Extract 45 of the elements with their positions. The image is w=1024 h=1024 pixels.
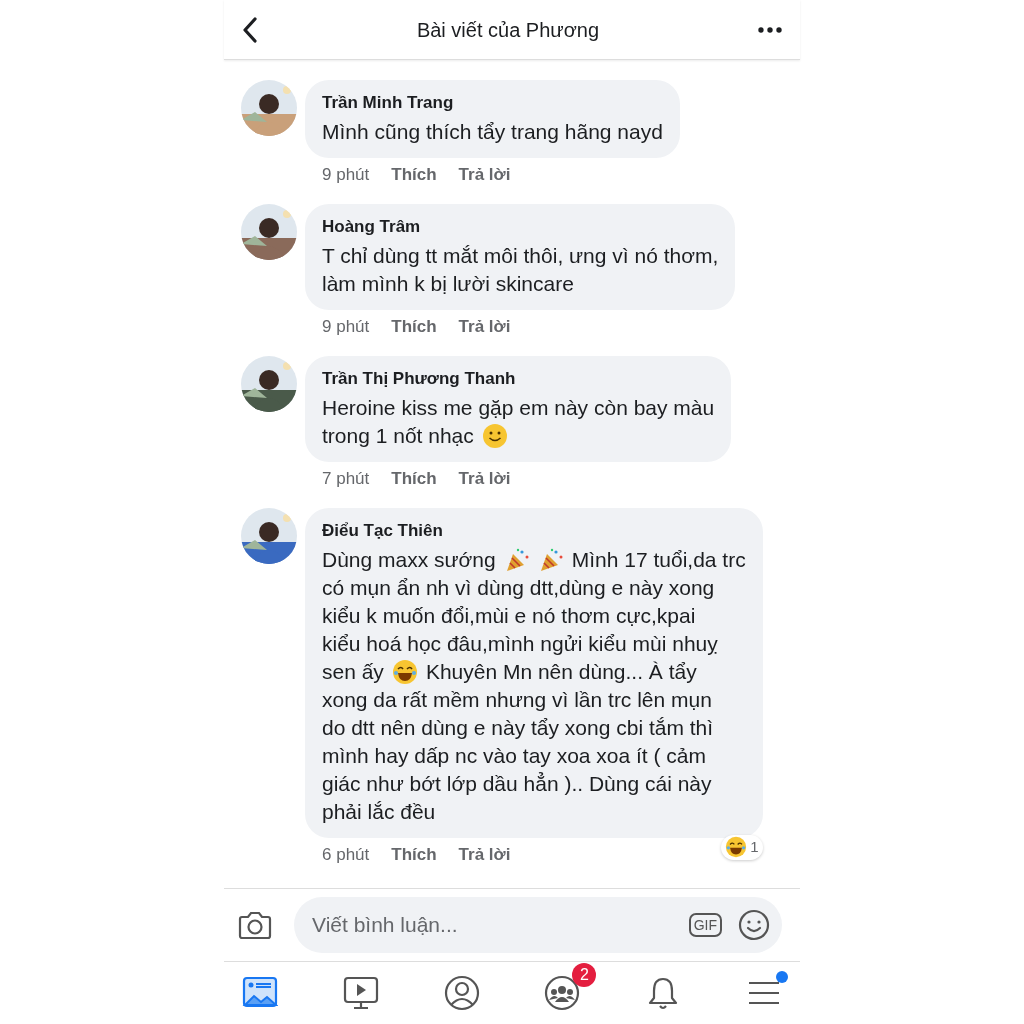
commenter-name[interactable]: Trần Thị Phương Thanh [322, 366, 715, 392]
reply-link[interactable]: Trả lời [458, 161, 511, 187]
comment-text: giác như bớt lớp dầu hẳn ).. Dùng cái này [322, 770, 712, 797]
comment-text: Mình cũng thích tẩy trang hãng nayd [322, 118, 663, 145]
camera-icon[interactable] [238, 910, 272, 940]
commenter-name[interactable]: Trần Minh Trang [322, 90, 663, 116]
comment-text: trong 1 nốt nhạc [322, 422, 474, 449]
comment-text: mình hay dấp nc vào tay xoa xoa ít ( cảm [322, 742, 707, 769]
like-link[interactable]: Thích [391, 313, 437, 339]
smile-emoji-icon [481, 422, 508, 449]
comment-text: xong da rất mềm nhưng vì lần trc lên mụn [322, 686, 712, 713]
comment-text: Mình 17 tuổi,da trc [571, 546, 746, 573]
comment-time: 7 phút [322, 467, 370, 490]
comment-text: làm mình k bị lười skincare [322, 270, 574, 297]
commenter-name[interactable]: Hoàng Trâm [322, 214, 719, 240]
comment-time: 6 phút [322, 843, 370, 866]
reaction-number: 1 [750, 837, 759, 857]
emoji-icon[interactable] [738, 909, 770, 941]
reply-link[interactable]: Trả lời [458, 465, 511, 491]
comment-text: kiểu hoá học đâu,mình ngửi kiểu mùi nhuỵ [322, 630, 718, 657]
page-title: Bài viết của Phương [416, 17, 600, 43]
laughing-emoji-icon [391, 658, 418, 685]
like-link[interactable]: Thích [391, 465, 437, 491]
reply-link[interactable]: Trả lời [458, 841, 511, 867]
notification-badge: 2 [572, 963, 597, 987]
comment-text: T chỉ dùng tt mắt môi thôi, ưng vì nó thơm, [322, 242, 719, 269]
comment-text: sen ấy [322, 658, 384, 685]
comment-text: kiểu k muốn đổi,mùi e nó thơm cực,kpai [322, 602, 696, 629]
comment-text: do dtt nên dùng e này tẩy xong cbi tắm thì [322, 714, 714, 741]
like-link[interactable]: Thích [391, 841, 437, 867]
more-icon[interactable] [758, 26, 782, 33]
comment-text: Dùng maxx sướng [322, 546, 496, 573]
comment-input[interactable]: Viết bình luận... GIF [294, 897, 782, 953]
comment-text: phải lắc đều [322, 798, 436, 825]
like-link[interactable]: Thích [391, 161, 437, 187]
comment-text: có mụn ẩn nh vì dùng dtt,dùng e này xong [322, 574, 715, 601]
back-icon[interactable] [242, 16, 258, 43]
comment-time: 9 phút [322, 163, 370, 186]
comment-text: Heroine kiss me gặp em này còn bay màu [322, 394, 715, 421]
reply-link[interactable]: Trả lời [458, 313, 511, 339]
gif-button[interactable]: GIF [688, 912, 722, 938]
commenter-name[interactable]: Điểu Tạc Thiên [322, 518, 746, 544]
comment-text: Khuyên Mn nên dùng... À tẩy [425, 658, 697, 685]
comment-time: 9 phút [322, 315, 370, 338]
laughing-emoji-icon [725, 836, 748, 859]
